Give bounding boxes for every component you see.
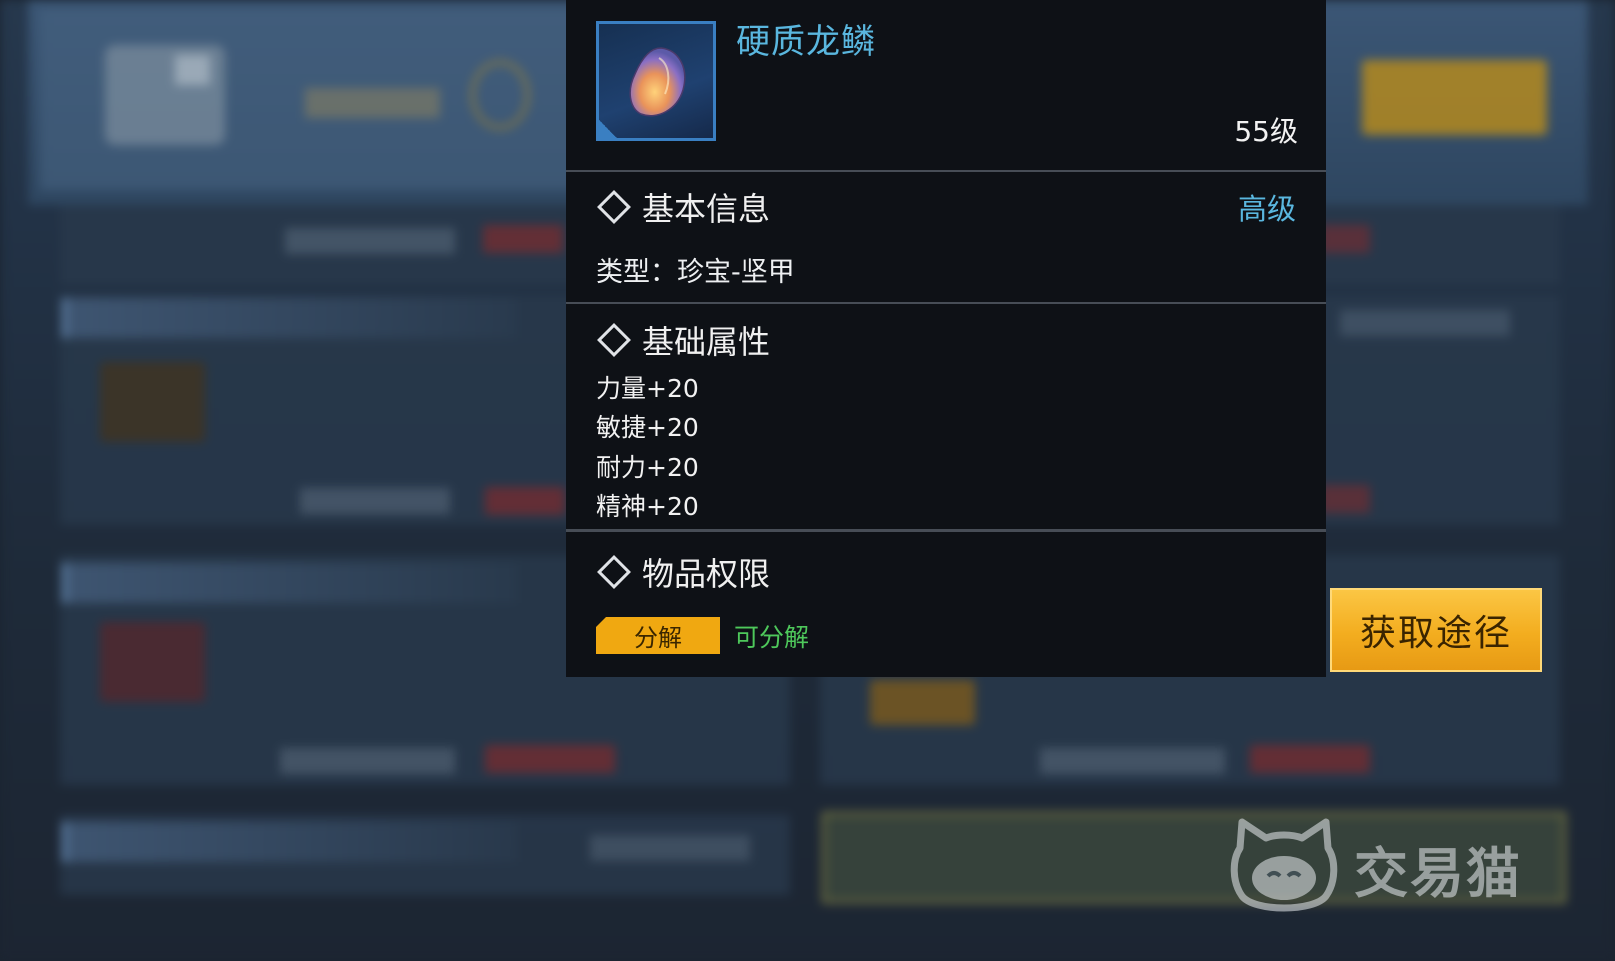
bg-item-icon (870, 680, 975, 725)
frame-corner-mark (599, 120, 617, 138)
bg-gold-button (1362, 60, 1547, 135)
permissions-title: 物品权限 (596, 552, 771, 593)
item-icon-frame (596, 21, 716, 141)
bg-red-text (485, 487, 565, 515)
diamond-icon (597, 555, 631, 589)
attribute-strength: 力量+20 (596, 374, 699, 403)
bg-red-text (485, 745, 615, 773)
base-attributes-title: 基础属性 (596, 320, 771, 361)
cat-logo-icon (1230, 818, 1338, 912)
bg-card-header (62, 822, 517, 862)
bg-grey-text (285, 228, 455, 254)
bg-red-text (1320, 225, 1370, 253)
bg-item-icon (100, 622, 205, 702)
bg-item-icon (100, 362, 205, 442)
decompose-tag: 分解 (596, 617, 720, 654)
bg-title-text (305, 88, 440, 118)
bg-grey-text (1340, 310, 1510, 336)
item-tooltip-panel: 硬质龙鳞 55级 基本信息 高级 类型：珍宝-坚甲 基础属性 力量+20 敏捷+… (566, 0, 1326, 677)
attribute-agility: 敏捷+20 (596, 413, 699, 442)
bg-red-text (1320, 485, 1370, 513)
bg-grey-text (280, 748, 455, 774)
diamond-icon (597, 323, 631, 357)
attribute-spirit: 精神+20 (596, 492, 699, 521)
bg-grey-text (590, 835, 750, 861)
get-source-button[interactable]: 获取途径 (1330, 588, 1542, 672)
game-screen: 硬质龙鳞 55级 基本信息 高级 类型：珍宝-坚甲 基础属性 力量+20 敏捷+… (0, 0, 1615, 961)
diamond-icon (597, 190, 631, 224)
section-divider (566, 302, 1326, 304)
decompose-status: 可分解 (734, 623, 810, 652)
item-type: 类型：珍宝-坚甲 (596, 257, 795, 288)
attribute-stamina: 耐力+20 (596, 453, 699, 482)
bg-grey-text (1040, 748, 1225, 774)
section-divider (566, 170, 1326, 172)
basic-info-title: 基本信息 (596, 187, 771, 228)
grade-label: 高级 (1237, 192, 1296, 226)
section-divider (566, 529, 1326, 532)
basic-info-label: 基本信息 (642, 190, 771, 228)
watermark-text: 交易猫 (1354, 841, 1522, 905)
item-level: 55级 (1234, 115, 1298, 148)
watermark: 交易猫 (1228, 818, 1558, 918)
bg-ring-icon (470, 60, 530, 130)
bg-card-header (62, 563, 517, 603)
base-attributes-label: 基础属性 (642, 323, 771, 361)
item-name: 硬质龙鳞 (736, 22, 876, 62)
bg-red-text (1250, 745, 1370, 773)
bg-grey-text (300, 488, 450, 514)
bg-red-text (483, 225, 563, 253)
bg-avatar-badge (175, 55, 210, 85)
permissions-label: 物品权限 (642, 555, 771, 593)
bg-card-header (62, 298, 517, 338)
